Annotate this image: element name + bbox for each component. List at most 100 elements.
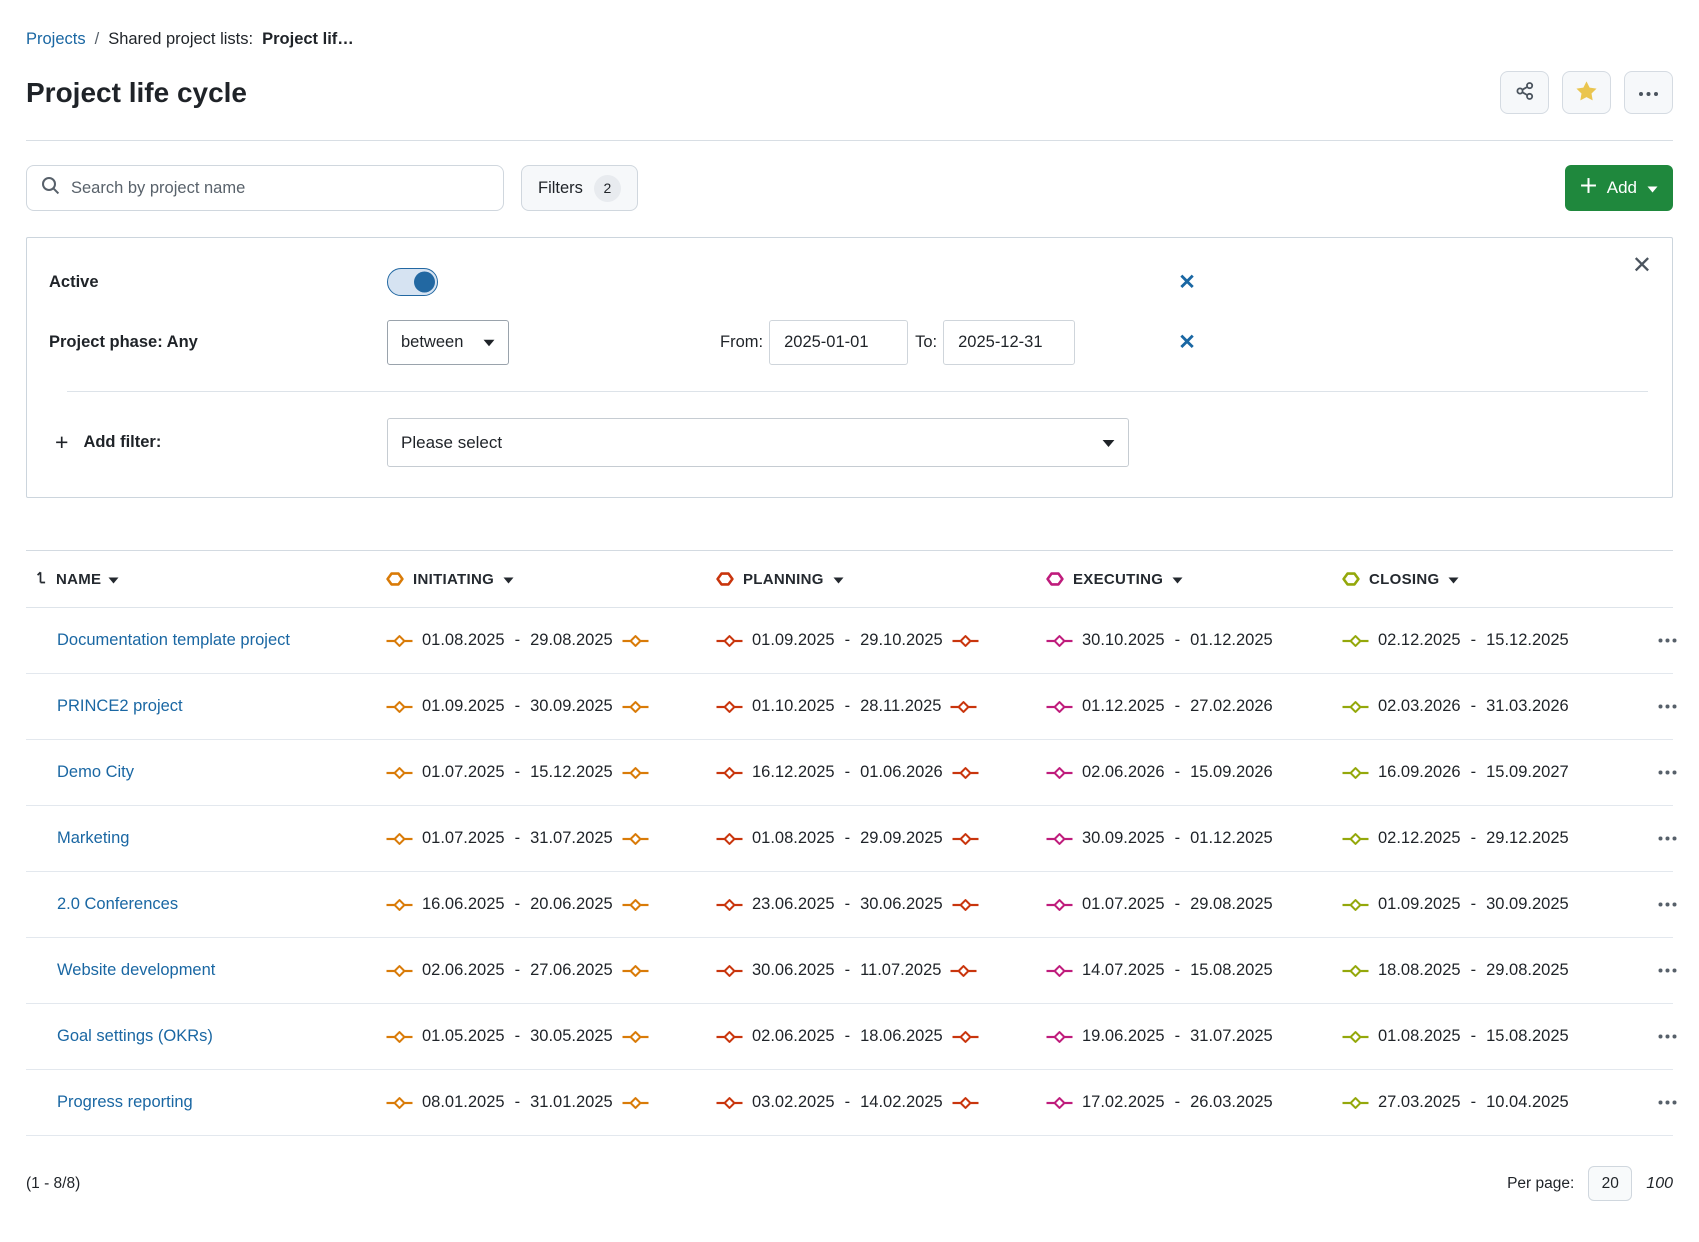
plus-icon — [1580, 177, 1597, 199]
phase-gate-diamond-icon — [1342, 700, 1369, 714]
phase-dates-cell: 01.07.2025-31.07.2025 — [386, 829, 716, 848]
per-page-selected[interactable]: 20 — [1588, 1166, 1632, 1201]
row-more-button[interactable] — [1654, 964, 1681, 977]
search-icon — [41, 176, 60, 200]
phase-gate-diamond-icon — [716, 634, 743, 648]
project-link[interactable]: Demo City — [57, 763, 134, 781]
phase-dates-cell: 01.08.2025-29.09.2025 — [716, 829, 1046, 848]
row-more-button[interactable] — [1654, 634, 1681, 647]
to-date-input[interactable] — [943, 320, 1075, 365]
phase-end-date: 15.09.2026 — [1190, 763, 1273, 782]
date-separator: - — [1175, 895, 1181, 914]
phase-end-date: 29.12.2025 — [1486, 829, 1569, 848]
project-link[interactable]: Marketing — [57, 829, 129, 847]
remove-active-filter-button[interactable]: ✕ — [1178, 272, 1196, 293]
phase-end-date: 14.02.2025 — [860, 1093, 943, 1112]
phase-dates-cell: 16.09.2026-15.09.2027 — [1342, 763, 1654, 782]
row-more-button[interactable] — [1654, 766, 1681, 779]
phase-gate-diamond-icon — [386, 700, 413, 714]
date-separator: - — [845, 895, 851, 914]
date-separator: - — [515, 895, 521, 914]
row-more-button[interactable] — [1654, 898, 1681, 911]
phase-start-date: 02.06.2025 — [752, 1027, 835, 1046]
phase-gate-diamond-icon — [1046, 766, 1073, 780]
phase-start-date: 16.12.2025 — [752, 763, 835, 782]
ellipsis-icon — [1638, 85, 1659, 100]
phase-gate-diamond-icon — [1342, 766, 1369, 780]
row-more-button[interactable] — [1654, 1030, 1681, 1043]
project-link[interactable]: 2.0 Conferences — [57, 895, 178, 913]
phase-gate-diamond-icon — [386, 1030, 413, 1044]
column-header-planning[interactable]: PLANNING — [716, 571, 1046, 588]
phase-dates-cell: 30.10.2025-01.12.2025 — [1046, 631, 1342, 650]
favorite-button[interactable] — [1562, 71, 1611, 114]
phase-end-date: 15.08.2025 — [1190, 961, 1273, 980]
add-button[interactable]: Add — [1565, 165, 1673, 211]
phase-gate-diamond-icon — [1046, 1030, 1073, 1044]
phase-gate-diamond-icon — [716, 700, 743, 714]
phase-gate-icon — [716, 572, 734, 586]
phase-operator-select[interactable]: between — [387, 320, 509, 365]
add-filter-select[interactable]: Please select — [387, 418, 1129, 467]
phase-gate-diamond-icon — [716, 898, 743, 912]
chevron-down-icon — [1647, 178, 1658, 198]
from-date-input[interactable] — [769, 320, 908, 365]
phase-start-date: 01.07.2025 — [422, 829, 505, 848]
phase-gate-diamond-icon — [716, 964, 743, 978]
pagination-range: (1 - 8/8) — [26, 1175, 80, 1193]
project-link[interactable]: Goal settings (OKRs) — [57, 1027, 213, 1045]
filter-panel-close-button[interactable]: ✕ — [1632, 254, 1652, 278]
filters-button[interactable]: Filters 2 — [521, 165, 638, 211]
remove-phase-filter-button[interactable]: ✕ — [1178, 332, 1196, 353]
chevron-down-icon — [833, 571, 844, 588]
phase-gate-diamond-icon — [952, 898, 979, 912]
phase-gate-diamond-icon — [952, 1030, 979, 1044]
project-link[interactable]: Website development — [57, 961, 215, 979]
phase-gate-diamond-icon — [716, 1030, 743, 1044]
star-icon — [1575, 80, 1598, 106]
phase-end-date: 29.10.2025 — [860, 631, 943, 650]
phase-gate-diamond-icon — [1046, 898, 1073, 912]
phase-dates-cell: 01.09.2025-30.09.2025 — [1342, 895, 1654, 914]
project-link[interactable]: PRINCE2 project — [57, 697, 183, 715]
column-header-initiating[interactable]: INITIATING — [386, 571, 716, 588]
phase-gate-diamond-icon — [952, 1096, 979, 1110]
date-separator: - — [1175, 763, 1181, 782]
phase-gate-icon — [1046, 572, 1064, 586]
add-button-label: Add — [1607, 178, 1637, 198]
row-more-button[interactable] — [1654, 700, 1681, 713]
phase-start-date: 01.07.2025 — [422, 763, 505, 782]
breadcrumb-current: Project lif… — [262, 30, 354, 49]
phase-end-date: 28.11.2025 — [860, 697, 941, 716]
filters-label: Filters — [538, 179, 583, 198]
phase-dates-cell: 23.06.2025-30.06.2025 — [716, 895, 1046, 914]
more-options-button[interactable] — [1624, 71, 1673, 114]
phase-gate-diamond-icon — [386, 634, 413, 648]
project-link[interactable]: Documentation template project — [57, 631, 290, 649]
phase-dates-cell: 02.12.2025-15.12.2025 — [1342, 631, 1654, 650]
per-page-option-100[interactable]: 100 — [1646, 1175, 1673, 1193]
date-separator: - — [1175, 631, 1181, 650]
column-header-closing[interactable]: CLOSING — [1342, 571, 1654, 588]
chevron-down-icon — [1448, 571, 1459, 588]
date-separator: - — [845, 829, 851, 848]
table-row: PRINCE2 project01.09.2025-30.09.202501.1… — [26, 674, 1673, 740]
column-header-name[interactable]: NAME — [26, 569, 386, 589]
phase-dates-cell: 03.02.2025-14.02.2025 — [716, 1093, 1046, 1112]
project-link[interactable]: Progress reporting — [57, 1093, 193, 1111]
search-input[interactable] — [71, 179, 489, 198]
phase-gate-diamond-icon — [1046, 832, 1073, 846]
row-more-button[interactable] — [1654, 1096, 1681, 1109]
filter-panel-divider — [67, 391, 1648, 392]
phase-dates-cell: 01.10.2025-28.11.2025 — [716, 697, 1046, 716]
row-more-button[interactable] — [1654, 832, 1681, 845]
breadcrumb-projects-link[interactable]: Projects — [26, 30, 86, 49]
phase-gate-diamond-icon — [1342, 898, 1369, 912]
phase-dates-cell: 08.01.2025-31.01.2025 — [386, 1093, 716, 1112]
phase-dates-cell: 01.07.2025-29.08.2025 — [1046, 895, 1342, 914]
column-header-executing[interactable]: EXECUTING — [1046, 571, 1342, 588]
phase-gate-diamond-icon — [622, 634, 649, 648]
active-toggle[interactable] — [387, 268, 438, 296]
share-button[interactable] — [1500, 71, 1549, 114]
phase-gate-diamond-icon — [622, 898, 649, 912]
